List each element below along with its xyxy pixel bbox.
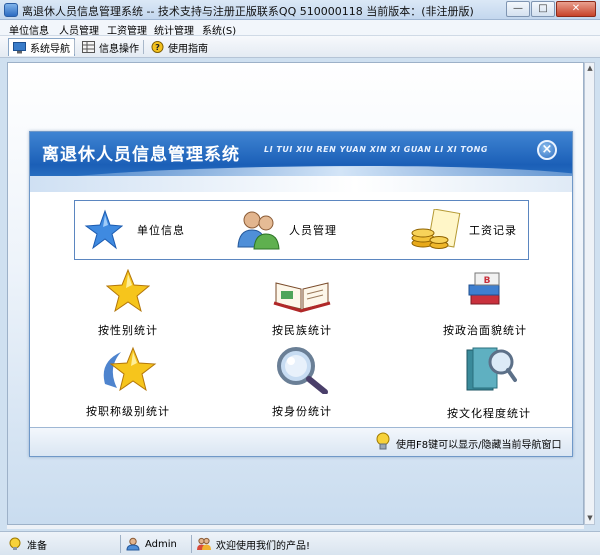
svg-text:B: B	[484, 276, 491, 286]
stat-by-identity-label: 按身份统计	[272, 405, 332, 418]
stat-by-ethnicity[interactable]: 按民族统计	[252, 269, 352, 338]
stat-by-gender-label: 按性别统计	[98, 324, 158, 337]
status-divider	[120, 535, 121, 553]
close-button[interactable]: ✕	[556, 1, 596, 17]
scroll-up-icon[interactable]: ▲	[586, 64, 594, 73]
personnel-label: 人员管理	[289, 224, 337, 237]
star-swoosh-icon	[103, 346, 157, 392]
toolbar-separator	[74, 40, 75, 54]
menu-salary[interactable]: 工资管理	[107, 22, 147, 37]
user-guide-label: 使用指南	[168, 43, 208, 55]
info-bulb-icon	[9, 537, 21, 550]
app-icon	[4, 3, 18, 17]
panel-header: 离退休人员信息管理系统 LI TUI XIU REN YUAN XIN XI G…	[30, 132, 572, 192]
gold-star-icon	[105, 268, 151, 313]
vertical-scrollbar[interactable]: ▲ ▼	[584, 62, 595, 525]
unit-info-item[interactable]: 单位信息	[83, 209, 185, 251]
title-bar: 离退休人员信息管理系统 -- 技术支持与注册正版联系QQ 510000118 当…	[0, 0, 600, 20]
table-icon	[82, 41, 95, 53]
panel-close-button[interactable]: ×	[537, 140, 557, 160]
help-icon: ?	[151, 41, 164, 53]
scroll-down-icon[interactable]: ▼	[586, 514, 594, 523]
panel-pinyin: LI TUI XIU REN YUAN XIN XI GUAN LI XI TO…	[264, 145, 488, 154]
stat-by-ethnicity-label: 按民族统计	[272, 324, 332, 337]
system-nav-label: 系统导航	[30, 44, 70, 55]
user-guide-button[interactable]: ? 使用指南	[147, 38, 212, 56]
panel-title: 离退休人员信息管理系统	[42, 145, 240, 165]
stat-by-gender[interactable]: 按性别统计	[78, 268, 178, 338]
personnel-item[interactable]: 人员管理	[235, 209, 337, 251]
stat-by-identity[interactable]: 按身份统计	[252, 344, 352, 419]
system-nav-tab[interactable]: 系统导航	[8, 38, 75, 56]
info-ops-label: 信息操作	[99, 43, 139, 55]
svg-text:?: ?	[155, 42, 160, 52]
minimize-button[interactable]: —	[506, 1, 530, 17]
status-bar: 准备 Admin 欢迎使用我们的产品!	[0, 531, 600, 555]
menu-system[interactable]: 系统(S)	[202, 22, 236, 37]
stat-by-education[interactable]: 按文化程度统计	[430, 344, 548, 421]
status-welcome: 欢迎使用我们的产品!	[197, 536, 310, 552]
coins-icon	[411, 209, 461, 249]
stat-by-title-level-label: 按职称级别统计	[86, 405, 170, 418]
stat-by-title-level[interactable]: 按职称级别统计	[78, 344, 178, 419]
status-state: 准备	[8, 536, 47, 552]
toolbar: 系统导航 信息操作 ? 使用指南	[0, 36, 600, 58]
menu-unit-info[interactable]: 单位信息	[9, 22, 49, 37]
status-state-text: 准备	[27, 540, 47, 552]
menu-bar: 单位信息 人员管理 工资管理 统计管理 系统(S)	[0, 20, 600, 37]
status-user: Admin	[126, 536, 177, 552]
status-user-text: Admin	[145, 538, 177, 550]
users-icon	[237, 211, 280, 250]
window-title: 离退休人员信息管理系统 -- 技术支持与注册正版联系QQ 510000118 当…	[22, 5, 474, 18]
toolbar-separator	[143, 40, 144, 54]
magnifier-icon	[277, 347, 328, 395]
menu-statistics[interactable]: 统计管理	[154, 22, 194, 37]
unit-info-label: 单位信息	[137, 224, 185, 237]
books-icon: B	[468, 272, 500, 305]
stat-by-education-label: 按文化程度统计	[447, 407, 531, 420]
lightbulb-icon	[376, 432, 390, 450]
blue-star-icon	[84, 209, 123, 250]
salary-record-item[interactable]: 工资记录	[409, 209, 517, 251]
open-book-icon	[273, 282, 331, 313]
stat-by-political-status-label: 按政治面貌统计	[443, 324, 527, 337]
document-search-icon	[466, 347, 517, 391]
window-controls: — □ ✕	[505, 1, 596, 17]
group-icon	[197, 537, 211, 550]
menu-personnel[interactable]: 人员管理	[59, 22, 99, 37]
footer-hint: 使用F8键可以显示/隐藏当前导航窗口	[396, 440, 562, 451]
maximize-button[interactable]: □	[531, 1, 555, 17]
salary-record-label: 工资记录	[469, 224, 517, 237]
main-functions-box: 单位信息 人员管理 工资记录	[74, 200, 529, 260]
navigation-panel: 离退休人员信息管理系统 LI TUI XIU REN YUAN XIN XI G…	[29, 131, 573, 457]
user-icon	[126, 537, 140, 551]
stat-by-political-status[interactable]: B 按政治面貌统计	[430, 269, 540, 338]
info-ops-button[interactable]: 信息操作	[78, 38, 143, 56]
monitor-icon	[13, 41, 26, 53]
status-divider	[191, 535, 192, 553]
status-welcome-text: 欢迎使用我们的产品!	[216, 540, 311, 552]
panel-footer: 使用F8键可以显示/隐藏当前导航窗口	[30, 427, 572, 456]
horizontal-scrollbar[interactable]	[7, 525, 584, 529]
